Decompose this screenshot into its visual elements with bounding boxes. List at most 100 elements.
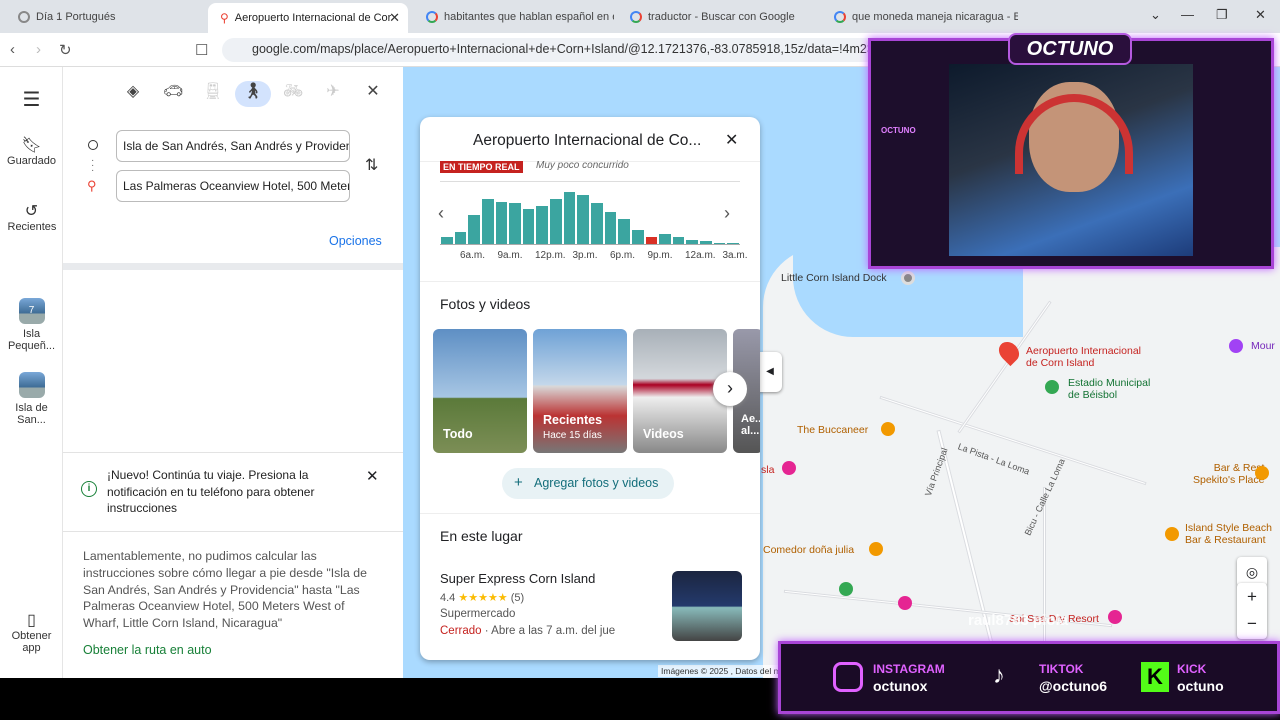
close-card-icon[interactable]: ✕ — [725, 130, 738, 150]
nearby-thumbnail[interactable] — [672, 571, 742, 641]
best-route-mode-icon[interactable]: ◈ — [115, 81, 151, 107]
island-style-label[interactable]: Island Style Beach Bar & Restaurant — [1185, 522, 1272, 546]
hour-tick-label: 3p.m. — [572, 250, 598, 261]
popular-times-bar[interactable] — [577, 194, 589, 244]
park-marker-icon[interactable] — [839, 582, 853, 596]
popular-times-bar[interactable] — [645, 236, 658, 244]
closed-status: Cerrado — [440, 625, 482, 637]
menu-icon[interactable]: ☰ — [0, 87, 63, 112]
saved-button[interactable]: 🔖︎ Guardado — [0, 135, 63, 167]
restaurant-marker-icon[interactable] — [881, 422, 895, 436]
nearby-place-name[interactable]: Super Express Corn Island — [440, 571, 595, 586]
forward-icon[interactable]: › — [36, 41, 41, 58]
zoom-in-icon[interactable]: + — [1237, 583, 1267, 610]
close-notice-icon[interactable]: ✕ — [366, 467, 379, 485]
tab-2-active[interactable]: ⚲ Aeropuerto Internacional de Cor ✕ — [208, 3, 408, 33]
recents-button[interactable]: ↺ Recientes — [0, 201, 63, 233]
tiktok-icon: ♪ — [993, 662, 1005, 689]
airport-map-label[interactable]: Aeropuerto Internacional de Corn Island — [1026, 345, 1141, 369]
tab-close-icon[interactable]: ✕ — [389, 10, 400, 26]
url-field[interactable]: google.com/maps/place/Aeropuerto+Interna… — [222, 38, 882, 62]
tab-4[interactable]: traductor - Buscar con Google — [618, 4, 818, 30]
google-icon — [426, 11, 438, 23]
popular-times-bar[interactable] — [509, 203, 521, 244]
minimize-icon[interactable]: — — [1181, 7, 1194, 22]
bike-mode-icon[interactable]: 🚲︎ — [275, 81, 311, 107]
options-link[interactable]: Opciones — [329, 234, 382, 248]
popular-times-bar[interactable] — [550, 199, 562, 244]
bar-label[interactable]: Bar & Rest Spekito's Place — [1193, 462, 1264, 486]
reload-icon[interactable]: ↻ — [59, 41, 72, 59]
map-label[interactable]: sla — [761, 464, 774, 476]
popular-times-bar[interactable] — [659, 233, 671, 244]
next-photos-icon[interactable]: › — [713, 372, 747, 406]
rating-value: 4.4 — [440, 592, 456, 604]
tab-3[interactable]: habitantes que hablan español en el — [414, 4, 614, 30]
destination-input[interactable]: Las Palmeras Oceanview Hotel, 500 Meters… — [116, 170, 350, 202]
popular-times-bar[interactable] — [604, 212, 617, 244]
recent-place-2[interactable]: Isla de San... — [0, 372, 63, 426]
place-title: Aeropuerto Internacional de Co... — [473, 132, 702, 149]
tab-5[interactable]: que moneda maneja nicaragua - Bus — [822, 4, 1018, 30]
popular-times-bar[interactable] — [454, 232, 467, 244]
url-text: google.com/maps/place/Aeropuerto+Interna… — [252, 42, 882, 56]
transit-mode-icon[interactable]: 🚆︎ — [195, 81, 231, 107]
plus-icon: + — [514, 474, 523, 491]
popular-times-bar[interactable] — [618, 219, 630, 244]
zoom-out-icon[interactable]: − — [1237, 610, 1267, 637]
photo-all[interactable]: Todo — [433, 329, 527, 453]
back-icon[interactable]: ‹ — [10, 41, 15, 58]
buccaneer-label[interactable]: The Buccaneer — [797, 424, 868, 436]
restaurant-marker-icon[interactable] — [1255, 466, 1269, 480]
car-mode-icon[interactable]: 🚗︎ — [155, 81, 191, 107]
restaurant-marker-icon[interactable] — [1165, 527, 1179, 541]
car-route-link[interactable]: Obtener la ruta en auto — [83, 643, 212, 657]
tab-list-icon[interactable]: ⌄ — [1150, 7, 1161, 23]
maximize-icon[interactable]: ❐ — [1216, 7, 1228, 23]
popular-times-bar[interactable] — [686, 239, 699, 244]
star-icons: ★★★★★ — [458, 592, 508, 604]
popular-times-bar[interactable] — [672, 236, 685, 244]
dock-label[interactable]: Little Corn Island Dock — [781, 272, 887, 284]
stadium-marker-icon[interactable] — [1045, 380, 1059, 394]
photo-recent[interactable]: Recientes Hace 15 días — [533, 329, 627, 453]
collapse-panel-icon[interactable]: ◀ — [758, 352, 782, 392]
road — [1043, 487, 1046, 667]
stadium-label[interactable]: Estadio Municipal de Béisbol — [1068, 377, 1150, 401]
hotel-marker-icon[interactable] — [782, 461, 796, 475]
get-app-button[interactable]: ▯ Obtener app — [0, 610, 63, 654]
popular-times-bar[interactable] — [713, 242, 726, 244]
popular-times-bar[interactable] — [727, 242, 739, 244]
popular-times-bar[interactable] — [522, 209, 535, 244]
add-photos-button[interactable]: + Agregar fotos y videos — [502, 468, 674, 499]
origin-value: Isla de San Andrés, San Andrés y Provide… — [123, 139, 350, 153]
swap-icon[interactable]: ⇅ — [365, 155, 378, 175]
popular-times-bar[interactable] — [441, 236, 453, 244]
place-marker-icon[interactable] — [1229, 339, 1243, 353]
map-label[interactable]: Mour — [1251, 340, 1275, 352]
origin-input[interactable]: Isla de San Andrés, San Andrés y Provide… — [116, 130, 350, 162]
photo-label: Ae... al... — [741, 413, 760, 437]
bookmark-icon[interactable]: ☐ — [195, 41, 208, 59]
popular-times-bar[interactable] — [700, 241, 712, 244]
comedor-label[interactable]: Comedor doña julia — [763, 544, 854, 556]
flight-mode-icon[interactable]: ✈︎ — [315, 81, 351, 107]
tab-1[interactable]: Día 1 Portugués — [6, 4, 202, 30]
popular-times-bar[interactable] — [495, 201, 508, 244]
popular-times-bar[interactable] — [563, 191, 576, 244]
hotel-marker-icon[interactable] — [898, 596, 912, 610]
dock-marker-icon[interactable] — [901, 271, 915, 285]
close-window-icon[interactable]: ✕ — [1255, 7, 1266, 23]
popular-times-bar[interactable] — [631, 229, 644, 244]
hour-tick-label: 6a.m. — [460, 250, 486, 261]
close-directions-icon[interactable]: ✕ — [355, 81, 391, 107]
hour-tick-label: 12a.m. — [685, 250, 716, 261]
popular-times-bar[interactable] — [591, 203, 603, 244]
hotel-marker-icon[interactable] — [1108, 610, 1122, 624]
popular-times-bar[interactable] — [468, 215, 480, 244]
recent-place-1[interactable]: 7 Isla Pequeñ... — [0, 298, 63, 352]
popular-times-bar[interactable] — [536, 206, 549, 244]
popular-times-bar[interactable] — [481, 199, 494, 244]
walking-mode-icon[interactable]: 🚶︎ — [235, 81, 271, 107]
restaurant-marker-icon[interactable] — [869, 542, 883, 556]
